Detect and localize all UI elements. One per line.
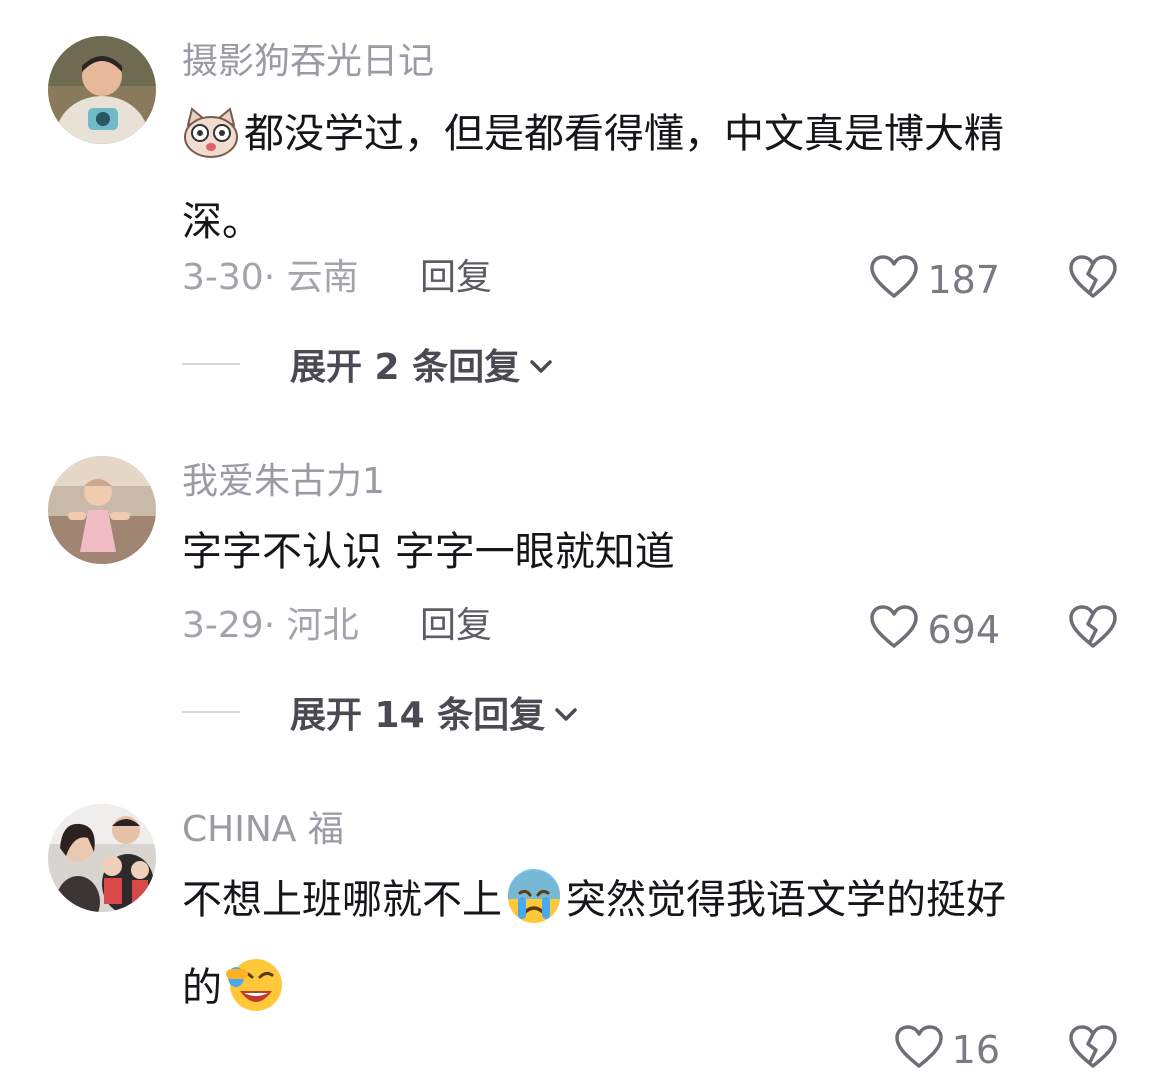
dislike-button[interactable] bbox=[1068, 604, 1118, 654]
username[interactable]: 摄影狗吞光日记 bbox=[182, 44, 434, 80]
expand-replies-button[interactable]: 展开 2 条回复 bbox=[182, 338, 554, 390]
expand-replies-label: 展开 2 条回复 bbox=[290, 347, 521, 388]
broken-heart-icon bbox=[1068, 1025, 1118, 1074]
avatar[interactable] bbox=[48, 36, 156, 144]
crying-face-emoji-icon bbox=[506, 869, 562, 950]
date-location: 3-30· 云南 bbox=[182, 257, 359, 298]
comment-text-line1: 字字不认识 字字一眼就知道 bbox=[182, 529, 675, 575]
chevron-down-icon bbox=[528, 344, 554, 385]
comment-text-part2: 突然觉得我语文学的挺好 bbox=[566, 877, 1006, 923]
username[interactable]: CHINA 福 bbox=[182, 812, 344, 848]
avatar[interactable] bbox=[48, 456, 156, 564]
like-button[interactable]: 694 bbox=[869, 604, 1000, 656]
divider-line bbox=[182, 363, 240, 365]
avatar[interactable] bbox=[48, 804, 156, 912]
like-count: 694 bbox=[927, 608, 1000, 652]
date-location: 3-29· 河北 bbox=[182, 605, 359, 646]
like-button[interactable]: 187 bbox=[869, 254, 1000, 306]
cat-face-emoji-icon bbox=[182, 107, 240, 184]
comment-text-line2: 深。 bbox=[182, 199, 262, 245]
divider-line bbox=[182, 711, 240, 713]
like-button[interactable]: 16 bbox=[894, 1024, 1000, 1076]
laughing-face-emoji-icon bbox=[226, 957, 284, 1038]
expand-replies-button[interactable]: 展开 14 条回复 bbox=[182, 686, 579, 738]
reply-button[interactable]: 回复 bbox=[420, 608, 492, 644]
comment-text: 不想上班哪就不上 突然觉得我语文学的挺好 的 bbox=[182, 862, 1112, 1038]
comment-text-line1: 都没学过，但是都看得懂，中文真是博大精 bbox=[244, 111, 1004, 157]
heart-icon bbox=[869, 254, 919, 306]
dislike-button[interactable] bbox=[1068, 254, 1118, 304]
broken-heart-icon bbox=[1068, 605, 1118, 654]
dislike-button[interactable] bbox=[1068, 1024, 1118, 1074]
like-count: 16 bbox=[951, 1028, 1000, 1072]
like-count: 187 bbox=[927, 258, 1000, 302]
comment-text-line2: 的 bbox=[182, 965, 222, 1011]
comment-text: 字字不认识 字字一眼就知道 bbox=[182, 514, 1112, 590]
chevron-down-icon bbox=[553, 692, 579, 733]
comment-text: 都没学过，但是都看得懂，中文真是博大精 深。 bbox=[182, 96, 1112, 260]
username[interactable]: 我爱朱古力1 bbox=[182, 464, 385, 500]
comment-text-part1: 不想上班哪就不上 bbox=[182, 877, 502, 923]
reply-button[interactable]: 回复 bbox=[420, 260, 492, 296]
heart-icon bbox=[869, 604, 919, 656]
broken-heart-icon bbox=[1068, 255, 1118, 304]
expand-replies-label: 展开 14 条回复 bbox=[290, 695, 546, 736]
heart-icon bbox=[894, 1024, 944, 1076]
